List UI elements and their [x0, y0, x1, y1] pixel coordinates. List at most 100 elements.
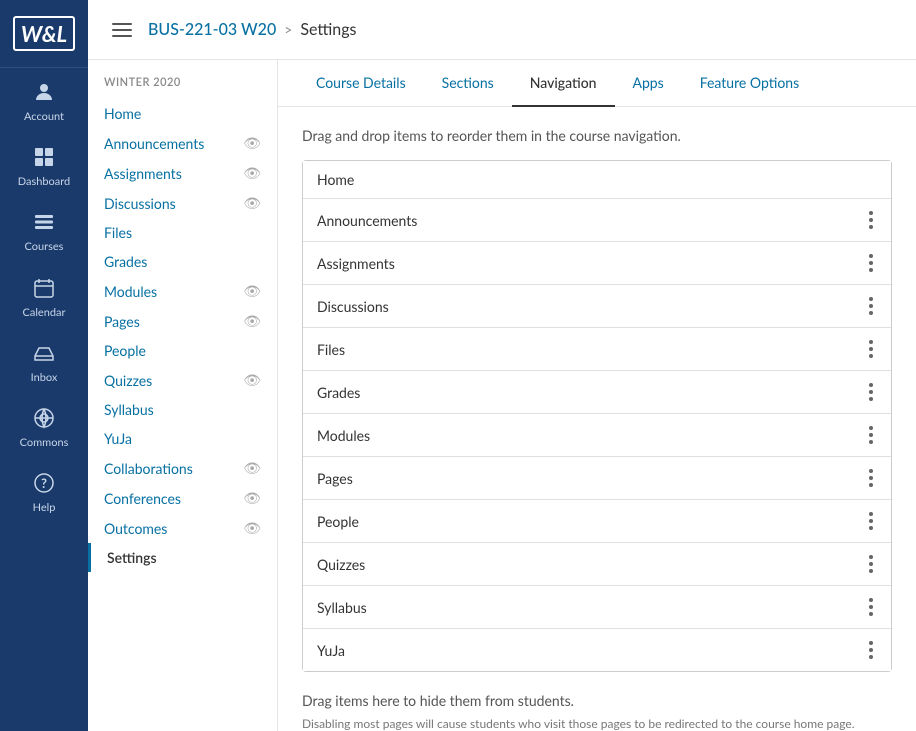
- sidebar-item-dashboard[interactable]: Dashboard: [0, 133, 88, 198]
- sidebar-item-help[interactable]: ? Help: [0, 459, 88, 524]
- nav-item-files-label: Files: [317, 341, 345, 358]
- sidebar-item-inbox[interactable]: Inbox: [0, 329, 88, 394]
- nav-item-discussions[interactable]: Discussions: [303, 285, 891, 328]
- svg-text:?: ?: [41, 475, 47, 491]
- tab-course-details[interactable]: Course Details: [298, 60, 424, 107]
- course-nav-discussions[interactable]: Discussions 👁: [88, 188, 277, 218]
- course-nav-pages[interactable]: Pages 👁: [88, 306, 277, 336]
- yuja-menu-button[interactable]: [865, 639, 877, 661]
- course-nav-settings[interactable]: Settings: [88, 543, 277, 572]
- modules-visibility-icon[interactable]: 👁: [243, 282, 261, 300]
- nav-item-pages[interactable]: Pages: [303, 457, 891, 500]
- pages-visibility-icon[interactable]: 👁: [243, 312, 261, 330]
- nav-item-syllabus[interactable]: Syllabus: [303, 586, 891, 629]
- nav-item-home[interactable]: Home: [303, 161, 891, 199]
- visible-nav-items-list: Home Announcements Assignments: [302, 160, 892, 672]
- inbox-icon: [30, 339, 58, 367]
- dashboard-icon: [30, 143, 58, 171]
- tab-sections[interactable]: Sections: [424, 60, 512, 107]
- nav-item-modules[interactable]: Modules: [303, 414, 891, 457]
- pages-menu-button[interactable]: [865, 467, 877, 489]
- nav-item-quizzes-label: Quizzes: [317, 556, 365, 573]
- tab-apps[interactable]: Apps: [615, 60, 682, 107]
- main-sidebar: W&L Account Dashboard Courses Calendar I…: [0, 0, 88, 731]
- announcements-menu-button[interactable]: [865, 209, 877, 231]
- course-nav-assignments[interactable]: Assignments 👁: [88, 158, 277, 188]
- nav-item-files[interactable]: Files: [303, 328, 891, 371]
- course-nav-home[interactable]: Home: [88, 99, 277, 128]
- sidebar-dashboard-label: Dashboard: [18, 175, 70, 188]
- course-nav-modules-label: Modules: [104, 283, 157, 300]
- course-nav-conferences-label: Conferences: [104, 490, 181, 507]
- quizzes-visibility-icon[interactable]: 👁: [243, 371, 261, 389]
- hidden-section-title: Drag items here to hide them from studen…: [302, 692, 892, 709]
- nav-item-modules-label: Modules: [317, 427, 370, 444]
- content-area: WINTER 2020 Home Announcements 👁 Assignm…: [88, 60, 916, 731]
- breadcrumb-course-link[interactable]: BUS-221-03 W20: [148, 20, 276, 39]
- syllabus-menu-button[interactable]: [865, 596, 877, 618]
- course-nav-people-label: People: [104, 342, 146, 359]
- course-nav-collaborations[interactable]: Collaborations 👁: [88, 453, 277, 483]
- navigation-settings: Drag and drop items to reorder them in t…: [278, 107, 916, 731]
- course-nav-grades-label: Grades: [104, 253, 147, 270]
- course-nav-settings-label: Settings: [107, 549, 157, 566]
- nav-item-quizzes[interactable]: Quizzes: [303, 543, 891, 586]
- sidebar-inbox-label: Inbox: [31, 371, 58, 384]
- course-nav-quizzes[interactable]: Quizzes 👁: [88, 365, 277, 395]
- course-nav-syllabus-label: Syllabus: [104, 401, 154, 418]
- course-nav-outcomes[interactable]: Outcomes 👁: [88, 513, 277, 543]
- course-nav-outcomes-label: Outcomes: [104, 520, 167, 537]
- account-icon: [30, 78, 58, 106]
- nav-item-assignments[interactable]: Assignments: [303, 242, 891, 285]
- nav-item-yuja-label: YuJa: [317, 642, 345, 659]
- course-nav-syllabus[interactable]: Syllabus: [88, 395, 277, 424]
- course-sidebar: WINTER 2020 Home Announcements 👁 Assignm…: [88, 60, 278, 731]
- sidebar-item-courses[interactable]: Courses: [0, 198, 88, 263]
- announcements-visibility-icon[interactable]: 👁: [243, 134, 261, 152]
- assignments-visibility-icon[interactable]: 👁: [243, 164, 261, 182]
- course-nav-modules[interactable]: Modules 👁: [88, 276, 277, 306]
- course-nav-home-label: Home: [104, 105, 141, 122]
- sidebar-item-commons[interactable]: Commons: [0, 394, 88, 459]
- collaborations-visibility-icon[interactable]: 👁: [243, 459, 261, 477]
- grades-menu-button[interactable]: [865, 381, 877, 403]
- outcomes-visibility-icon[interactable]: 👁: [243, 519, 261, 537]
- tab-feature-options[interactable]: Feature Options: [682, 60, 817, 107]
- assignments-menu-button[interactable]: [865, 252, 877, 274]
- breadcrumb-separator: >: [284, 21, 292, 38]
- files-menu-button[interactable]: [865, 338, 877, 360]
- quizzes-menu-button[interactable]: [865, 553, 877, 575]
- discussions-menu-button[interactable]: [865, 295, 877, 317]
- tab-navigation[interactable]: Navigation: [512, 60, 615, 107]
- course-nav-announcements[interactable]: Announcements 👁: [88, 128, 277, 158]
- course-nav-files-label: Files: [104, 224, 132, 241]
- course-nav-files[interactable]: Files: [88, 218, 277, 247]
- hamburger-button[interactable]: [108, 19, 136, 41]
- sidebar-item-calendar[interactable]: Calendar: [0, 264, 88, 329]
- course-nav-yuja[interactable]: YuJa: [88, 424, 277, 453]
- course-nav-collaborations-label: Collaborations: [104, 460, 193, 477]
- nav-item-yuja[interactable]: YuJa: [303, 629, 891, 671]
- nav-item-announcements[interactable]: Announcements: [303, 199, 891, 242]
- course-nav-conferences[interactable]: Conferences 👁: [88, 483, 277, 513]
- nav-item-assignments-label: Assignments: [317, 255, 395, 272]
- course-nav-assignments-label: Assignments: [104, 165, 182, 182]
- course-nav-grades[interactable]: Grades: [88, 247, 277, 276]
- nav-item-grades[interactable]: Grades: [303, 371, 891, 414]
- commons-icon: [30, 404, 58, 432]
- nav-item-home-label: Home: [317, 171, 354, 188]
- course-nav-announcements-label: Announcements: [104, 135, 204, 152]
- help-icon: ?: [30, 469, 58, 497]
- course-nav-quizzes-label: Quizzes: [104, 372, 152, 389]
- sidebar-account-label: Account: [24, 110, 64, 123]
- calendar-icon: [30, 274, 58, 302]
- nav-item-syllabus-label: Syllabus: [317, 599, 367, 616]
- people-menu-button[interactable]: [865, 510, 877, 532]
- sidebar-calendar-label: Calendar: [23, 306, 66, 319]
- discussions-visibility-icon[interactable]: 👁: [243, 194, 261, 212]
- sidebar-item-account[interactable]: Account: [0, 68, 88, 133]
- nav-item-people[interactable]: People: [303, 500, 891, 543]
- conferences-visibility-icon[interactable]: 👁: [243, 489, 261, 507]
- course-nav-people[interactable]: People: [88, 336, 277, 365]
- modules-menu-button[interactable]: [865, 424, 877, 446]
